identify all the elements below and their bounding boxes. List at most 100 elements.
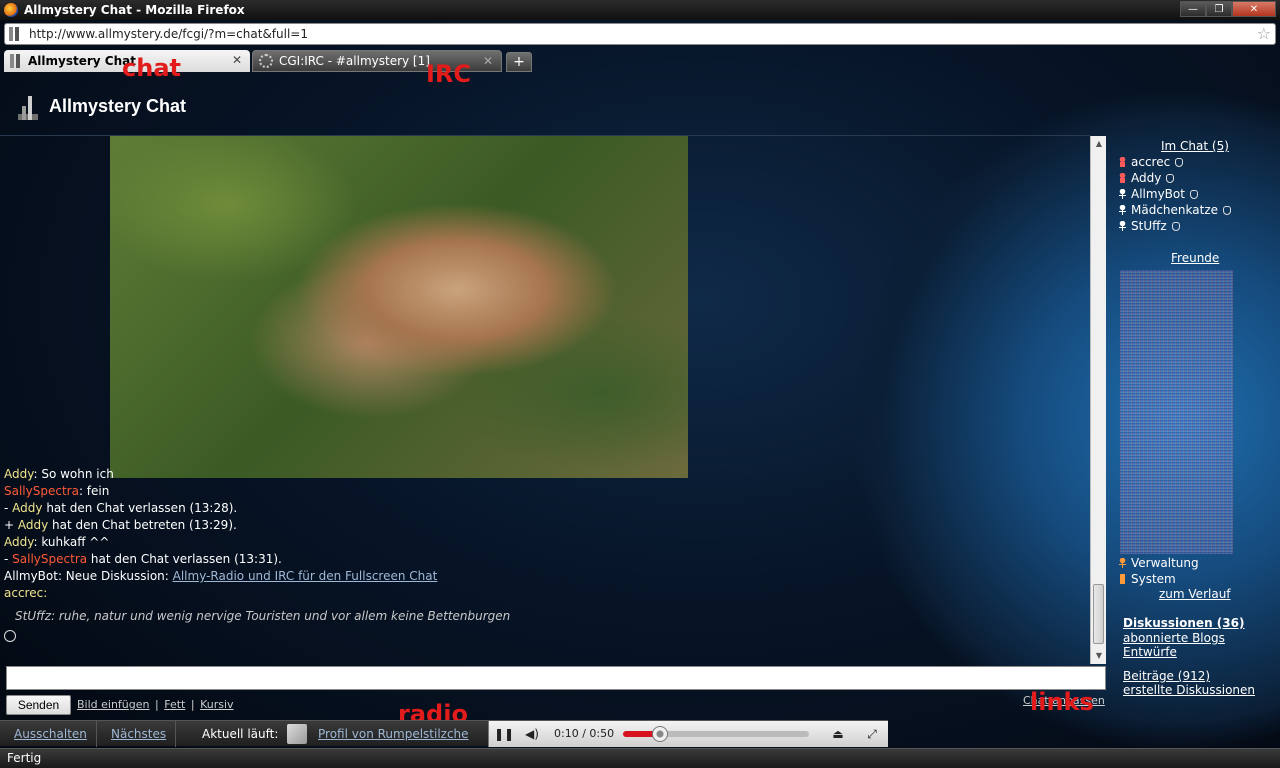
discussion-link[interactable]: Allmy-Radio und IRC für den Fullscreen C… <box>173 569 438 583</box>
bot-message: AllmyBot: Neue Diskussion: Allmy-Radio u… <box>4 569 438 583</box>
chat-nick[interactable]: Addy <box>4 467 33 481</box>
history-link[interactable]: zum Verlauf <box>1159 587 1231 601</box>
hand-icon <box>1223 206 1231 215</box>
tab-label: Allmystery Chat <box>28 54 136 68</box>
insert-image-link[interactable]: Bild einfügen <box>77 698 150 711</box>
pause-icon[interactable]: ❚❚ <box>493 725 515 743</box>
radio-off-link[interactable]: Ausschalten <box>0 721 97 747</box>
chat-message: SallySpectra: fein <box>4 484 110 498</box>
radio-next-link[interactable]: Nächstes <box>97 721 176 747</box>
scroll-down-icon[interactable]: ▼ <box>1091 648 1107 664</box>
tab-favicon-icon <box>10 54 22 68</box>
chat-nick[interactable]: Addy <box>4 535 33 549</box>
send-button[interactable]: Senden <box>6 695 71 715</box>
chat-scrollbar[interactable]: ▲ ▼ <box>1090 136 1106 664</box>
chat-user[interactable]: accrec <box>1118 154 1184 170</box>
site-favicon-icon <box>9 27 21 41</box>
chat-messages: Addy: So wohn ich SallySpectra: fein - A… <box>4 466 1084 602</box>
tab-close-icon[interactable]: ✕ <box>483 54 493 68</box>
chat-nick[interactable]: Addy <box>18 518 48 532</box>
admin-icon <box>1118 558 1127 568</box>
minimize-button[interactable]: — <box>1180 1 1206 17</box>
window-titlebar: Allmystery Chat - Mozilla Firefox — ❐ ✕ <box>0 0 1280 20</box>
window-title: Allmystery Chat - Mozilla Firefox <box>24 3 245 17</box>
fullscreen-icon[interactable]: ⤢ <box>861 725 883 743</box>
volume-icon[interactable]: ◀) <box>521 725 543 743</box>
bookmark-star-icon[interactable]: ☆ <box>1257 25 1271 43</box>
admin-link[interactable]: Verwaltung <box>1118 555 1199 571</box>
own-nick-prompt: accrec: <box>4 586 48 600</box>
radio-bar: Ausschalten Nächstes Aktuell läuft: Prof… <box>0 720 888 747</box>
navigation-bar: http://www.allmystery.de/fcgi/?m=chat&fu… <box>0 20 1280 48</box>
separator: | <box>190 698 195 711</box>
address-bar[interactable]: http://www.allmystery.de/fcgi/?m=chat&fu… <box>4 23 1276 45</box>
chat-user[interactable]: AllmyBot <box>1118 186 1198 202</box>
friends-header[interactable]: Freunde <box>1171 251 1219 265</box>
loading-spinner-icon <box>259 54 273 68</box>
friends-list-censored <box>1120 270 1233 554</box>
user-icon <box>1118 157 1127 167</box>
page-title: Allmystery Chat <box>49 96 187 116</box>
chat-message: + Addy hat den Chat betreten (13:29). <box>4 518 237 532</box>
profile-thumbnail <box>287 724 307 744</box>
now-playing-label: Aktuell läuft: <box>202 727 279 741</box>
user-icon <box>1118 221 1127 231</box>
chat-message: Addy: So wohn ich <box>4 467 114 481</box>
chat-user[interactable]: Mädchenkatze <box>1118 202 1231 218</box>
user-icon <box>1118 205 1127 215</box>
chat-nick[interactable]: SallySpectra <box>12 552 87 566</box>
firefox-icon <box>4 3 18 17</box>
address-text[interactable]: http://www.allmystery.de/fcgi/?m=chat&fu… <box>29 27 308 41</box>
hand-icon <box>1189 190 1198 199</box>
hand-icon <box>1175 158 1184 167</box>
smiley-icon[interactable] <box>4 630 16 642</box>
in-chat-header[interactable]: Im Chat (5) <box>1161 139 1229 153</box>
chat-nick[interactable]: Addy <box>12 501 42 515</box>
separator: | <box>155 698 159 711</box>
tab-close-icon[interactable]: ✕ <box>232 53 242 67</box>
annotation-links: links <box>1030 688 1094 716</box>
page-header: Allmystery Chat <box>0 72 1280 136</box>
seek-bar[interactable] <box>623 726 809 742</box>
allmystery-logo-icon <box>18 96 38 120</box>
chat-log: Addy: So wohn ich SallySpectra: fein - A… <box>0 136 1090 664</box>
chat-nick[interactable]: SallySpectra <box>4 484 79 498</box>
chat-input[interactable] <box>6 666 1106 690</box>
scroll-up-icon[interactable]: ▲ <box>1091 136 1107 152</box>
close-window-button[interactable]: ✕ <box>1232 1 1276 17</box>
italic-link[interactable]: Kursiv <box>200 698 233 711</box>
scroll-thumb[interactable] <box>1093 584 1104 644</box>
format-links: Bild einfügen | Fett | Kursiv <box>77 698 234 711</box>
drafts-link[interactable]: Entwürfe <box>1123 645 1177 659</box>
profile-link[interactable]: Profil von Rumpelstilzche <box>318 721 469 747</box>
chat-message: - Addy hat den Chat verlassen (13:28). <box>4 501 238 515</box>
status-text: Fertig <box>7 751 42 765</box>
system-icon <box>1118 574 1127 584</box>
new-tab-button[interactable]: + <box>506 52 532 72</box>
eject-icon[interactable]: ⏏ <box>827 725 849 743</box>
maximize-button[interactable]: ❐ <box>1206 1 1232 17</box>
discussions-link[interactable]: Diskussionen (36) <box>1123 616 1244 630</box>
user-icon <box>1118 189 1127 199</box>
village-aerial-photo <box>110 136 688 478</box>
playback-time: 0:10 / 0:50 <box>554 727 615 740</box>
window-controls: — ❐ ✕ <box>1180 1 1276 17</box>
hand-icon <box>1171 222 1180 231</box>
chat-message: Addy: kuhkaff ^^ <box>4 535 110 549</box>
user-icon <box>1118 173 1127 183</box>
typing-indicator: StUffz: ruhe, natur und wenig nervige To… <box>15 609 511 623</box>
tab-label: CGI:IRC - #allmystery [1] <box>279 54 430 68</box>
subscribed-blogs-link[interactable]: abonnierte Blogs <box>1123 631 1225 645</box>
chat-message: - SallySpectra hat den Chat verlassen (1… <box>4 552 282 566</box>
system-link[interactable]: System <box>1118 571 1176 587</box>
tab-strip: Allmystery Chat ✕ CGI:IRC - #allmystery … <box>0 48 1280 72</box>
chat-user[interactable]: Addy <box>1118 170 1175 186</box>
bold-link[interactable]: Fett <box>164 698 185 711</box>
chat-user[interactable]: StUffz <box>1118 218 1180 234</box>
posts-link[interactable]: Beiträge (912) <box>1123 669 1210 683</box>
audio-player: ❚❚ ◀) 0:10 / 0:50 ⏏ ⤢ <box>488 721 888 747</box>
seek-knob[interactable] <box>652 726 669 742</box>
hand-icon <box>1166 174 1175 183</box>
created-discussions-link[interactable]: erstellte Diskussionen <box>1123 683 1255 697</box>
status-bar: Fertig <box>0 748 1280 768</box>
